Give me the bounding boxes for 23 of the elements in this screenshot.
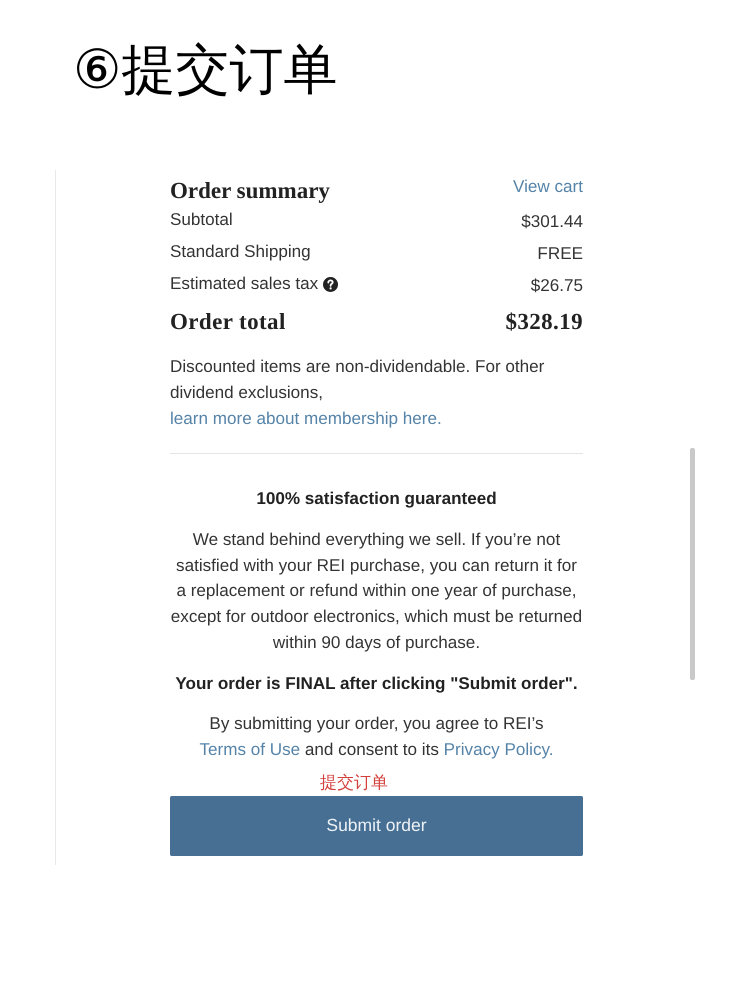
terms-link[interactable]: Terms of Use xyxy=(199,740,300,759)
help-icon[interactable] xyxy=(323,276,338,292)
consent-text: By submitting your order, you agree to REI’s Terms of Use and consent to its Privacy Policy. xyxy=(198,712,555,761)
order-summary-heading: Order summary xyxy=(170,178,330,204)
summary-label: Subtotal xyxy=(170,210,233,230)
order-total-label: Order total xyxy=(170,309,286,335)
submit-order-button[interactable]: Submit order xyxy=(170,796,583,856)
summary-value: $26.75 xyxy=(530,276,583,296)
summary-value: $301.44 xyxy=(521,212,583,232)
dividend-note: Discounted items are non-dividendable. For other dividend exclusions, learn more about membership here. xyxy=(170,356,546,430)
scrollbar[interactable] xyxy=(690,448,695,680)
guarantee-text: We stand behind everything we sell. If you’re not satisfied with your REI purchase, you can return it for a replacement or refund within one year of purchase, except for outdoor electronics, which must be returned within 90 days of purchase. xyxy=(170,529,583,654)
final-order-notice: Your order is FINAL after clicking "Submit order". xyxy=(175,672,578,695)
membership-link[interactable]: learn more about membership here. xyxy=(170,409,442,428)
annotation-label: 提交订单 xyxy=(320,772,388,794)
privacy-link[interactable]: Privacy Policy. xyxy=(444,740,554,759)
view-cart-link[interactable]: View cart xyxy=(513,178,583,196)
guarantee-heading: 100% satisfaction guaranteed xyxy=(256,488,497,510)
step-title: ⑥提交订单 xyxy=(73,38,338,102)
summary-label: Estimated sales tax xyxy=(170,274,318,294)
summary-label: Standard Shipping xyxy=(170,242,311,262)
order-total-value: $328.19 xyxy=(505,309,583,335)
summary-value: FREE xyxy=(537,244,583,264)
